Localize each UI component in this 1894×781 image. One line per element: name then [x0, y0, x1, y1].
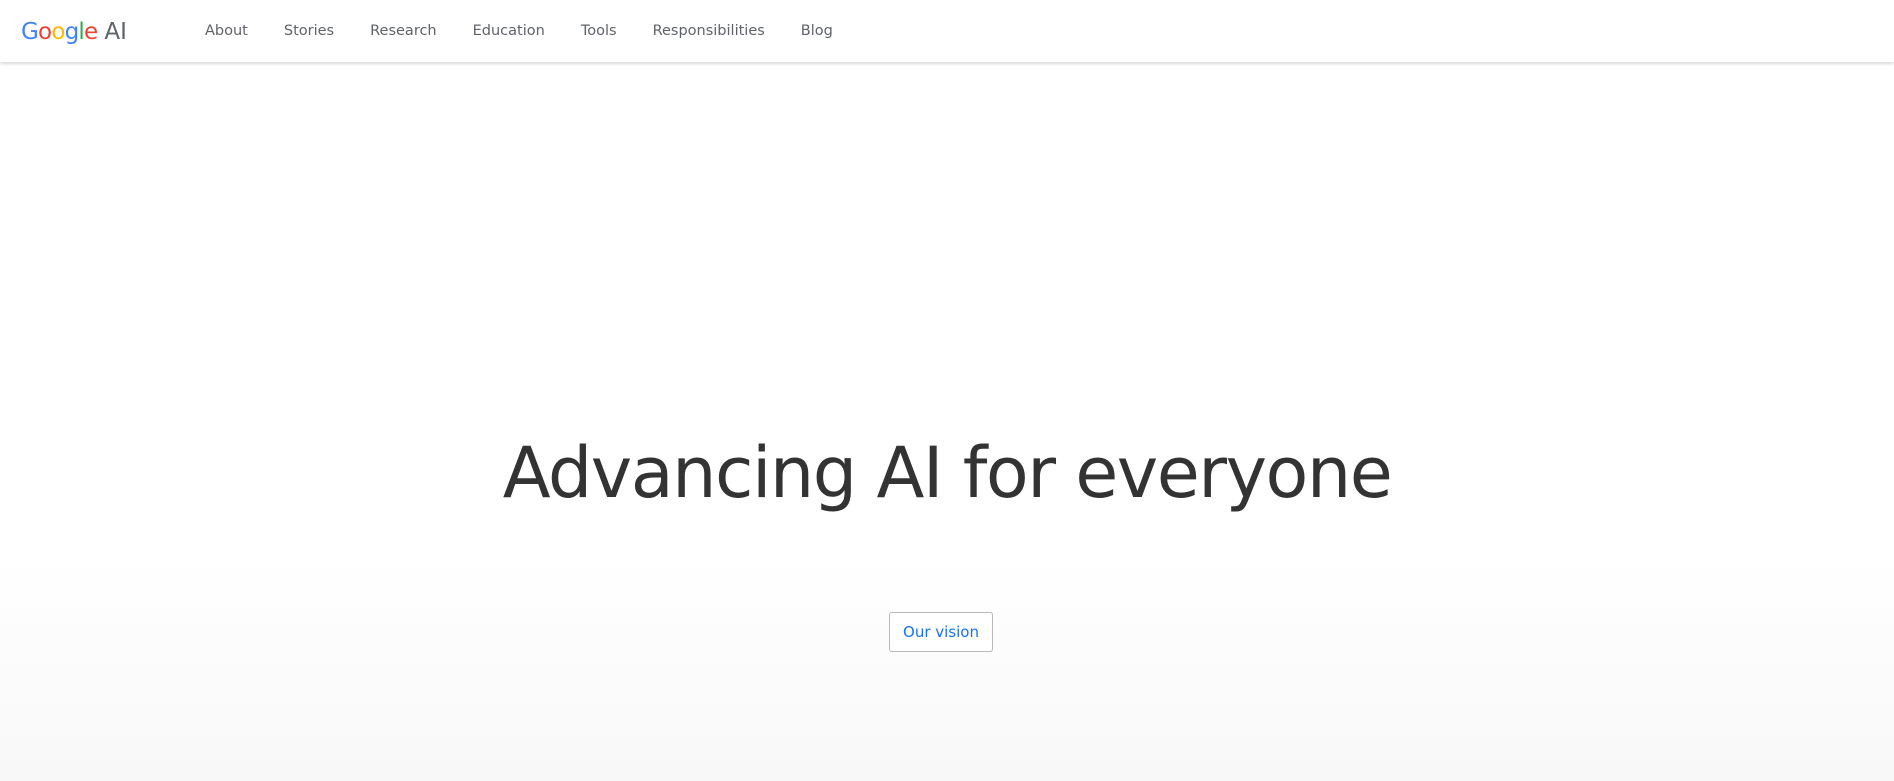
nav-item-responsibilities[interactable]: Responsibilities [653, 23, 765, 39]
logo-letter: o [38, 19, 52, 45]
google-wordmark: Google [21, 17, 98, 47]
nav-item-tools[interactable]: Tools [581, 23, 617, 39]
our-vision-button[interactable]: Our vision [889, 612, 993, 652]
logo-letter: o [51, 19, 65, 45]
main-nav: About Stories Research Education Tools R… [205, 0, 833, 62]
nav-item-blog[interactable]: Blog [801, 23, 833, 39]
logo-letter: e [84, 19, 98, 45]
nav-item-education[interactable]: Education [473, 23, 545, 39]
logo-letter: g [64, 19, 80, 45]
logo-ai-suffix: AI [104, 19, 127, 45]
top-navigation-bar: Google AI About Stories Research Educati… [0, 0, 1894, 62]
logo-letter: G [21, 19, 39, 45]
nav-item-stories[interactable]: Stories [284, 23, 334, 39]
nav-item-research[interactable]: Research [370, 23, 437, 39]
hero-section: Advancing AI for everyone Our vision [0, 62, 1894, 781]
google-ai-logo[interactable]: Google AI [21, 17, 127, 47]
hero-title: Advancing AI for everyone [502, 432, 1393, 514]
nav-item-about[interactable]: About [205, 23, 248, 39]
